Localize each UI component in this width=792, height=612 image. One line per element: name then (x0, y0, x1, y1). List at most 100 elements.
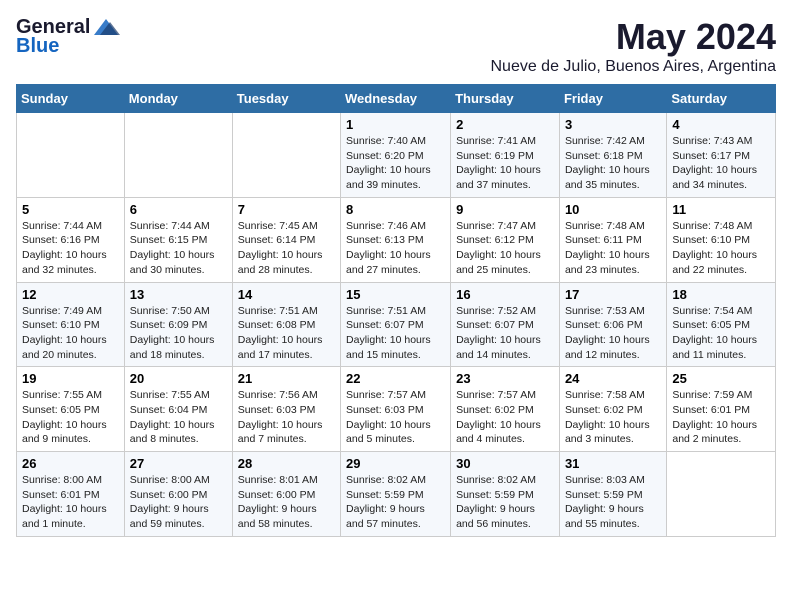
day-number: 17 (565, 287, 661, 302)
calendar-cell (232, 113, 340, 198)
day-info: Sunrise: 7:55 AM Sunset: 6:04 PM Dayligh… (130, 388, 227, 447)
header-monday: Monday (124, 85, 232, 113)
calendar-cell: 10 Sunrise: 7:48 AM Sunset: 6:11 PM Dayli… (559, 197, 666, 282)
day-number: 15 (346, 287, 445, 302)
calendar-cell: 23 Sunrise: 7:57 AM Sunset: 6:02 PM Dayli… (451, 367, 560, 452)
day-info: Sunrise: 8:00 AM Sunset: 6:01 PM Dayligh… (22, 473, 119, 532)
day-info: Sunrise: 8:02 AM Sunset: 5:59 PM Dayligh… (456, 473, 554, 532)
day-info: Sunrise: 7:48 AM Sunset: 6:11 PM Dayligh… (565, 219, 661, 278)
day-number: 22 (346, 371, 445, 386)
day-number: 25 (672, 371, 770, 386)
day-info: Sunrise: 7:40 AM Sunset: 6:20 PM Dayligh… (346, 134, 445, 193)
day-number: 8 (346, 202, 445, 217)
day-number: 10 (565, 202, 661, 217)
calendar-cell: 26 Sunrise: 8:00 AM Sunset: 6:01 PM Dayli… (17, 452, 125, 537)
calendar-cell: 13Sunrise: 7:50 AM Sunset: 6:09 PM Dayli… (124, 282, 232, 367)
day-info: Sunrise: 7:57 AM Sunset: 6:03 PM Dayligh… (346, 388, 445, 447)
header-saturday: Saturday (667, 85, 776, 113)
calendar-cell: 29 Sunrise: 8:02 AM Sunset: 5:59 PM Dayli… (341, 452, 451, 537)
header-sunday: Sunday (17, 85, 125, 113)
day-info: Sunrise: 7:51 AM Sunset: 6:07 PM Dayligh… (346, 304, 445, 363)
day-info: Sunrise: 7:47 AM Sunset: 6:12 PM Dayligh… (456, 219, 554, 278)
calendar-cell (667, 452, 776, 537)
calendar-cell: 11 Sunrise: 7:48 AM Sunset: 6:10 PM Dayli… (667, 197, 776, 282)
calendar-cell: 20Sunrise: 7:55 AM Sunset: 6:04 PM Dayli… (124, 367, 232, 452)
logo-blue-text: Blue (16, 35, 59, 58)
day-info: Sunrise: 7:49 AM Sunset: 6:10 PM Dayligh… (22, 304, 119, 363)
calendar-week-row: 1 Sunrise: 7:40 AM Sunset: 6:20 PM Daylig… (17, 113, 776, 198)
calendar-cell: 4 Sunrise: 7:43 AM Sunset: 6:17 PM Daylig… (667, 113, 776, 198)
calendar-cell: 18 Sunrise: 7:54 AM Sunset: 6:05 PM Dayli… (667, 282, 776, 367)
day-number: 23 (456, 371, 554, 386)
day-info: Sunrise: 7:43 AM Sunset: 6:17 PM Dayligh… (672, 134, 770, 193)
day-number: 21 (238, 371, 335, 386)
calendar-table: Sunday Monday Tuesday Wednesday Thursday… (16, 84, 776, 537)
day-number: 28 (238, 456, 335, 471)
calendar-cell (124, 113, 232, 198)
day-info: Sunrise: 8:00 AM Sunset: 6:00 PM Dayligh… (130, 473, 227, 532)
day-number: 3 (565, 117, 661, 132)
calendar-week-row: 5 Sunrise: 7:44 AM Sunset: 6:16 PM Daylig… (17, 197, 776, 282)
day-number: 13 (130, 287, 227, 302)
calendar-cell: 8 Sunrise: 7:46 AM Sunset: 6:13 PM Daylig… (341, 197, 451, 282)
day-info: Sunrise: 7:45 AM Sunset: 6:14 PM Dayligh… (238, 219, 335, 278)
day-number: 7 (238, 202, 335, 217)
day-number: 26 (22, 456, 119, 471)
calendar-cell (17, 113, 125, 198)
day-number: 16 (456, 287, 554, 302)
day-info: Sunrise: 7:52 AM Sunset: 6:07 PM Dayligh… (456, 304, 554, 363)
calendar-header-row: Sunday Monday Tuesday Wednesday Thursday… (17, 85, 776, 113)
day-number: 18 (672, 287, 770, 302)
calendar-cell: 16 Sunrise: 7:52 AM Sunset: 6:07 PM Dayli… (451, 282, 560, 367)
header-friday: Friday (559, 85, 666, 113)
day-number: 12 (22, 287, 119, 302)
day-number: 14 (238, 287, 335, 302)
day-info: Sunrise: 7:56 AM Sunset: 6:03 PM Dayligh… (238, 388, 335, 447)
calendar-cell: 28 Sunrise: 8:01 AM Sunset: 6:00 PM Dayli… (232, 452, 340, 537)
day-info: Sunrise: 8:03 AM Sunset: 5:59 PM Dayligh… (565, 473, 661, 532)
month-title: May 2024 (490, 16, 776, 58)
day-number: 24 (565, 371, 661, 386)
day-info: Sunrise: 7:51 AM Sunset: 6:08 PM Dayligh… (238, 304, 335, 363)
day-number: 31 (565, 456, 661, 471)
day-number: 6 (130, 202, 227, 217)
day-info: Sunrise: 7:42 AM Sunset: 6:18 PM Dayligh… (565, 134, 661, 193)
day-info: Sunrise: 7:59 AM Sunset: 6:01 PM Dayligh… (672, 388, 770, 447)
logo-icon (92, 17, 120, 39)
calendar-cell: 3 Sunrise: 7:42 AM Sunset: 6:18 PM Daylig… (559, 113, 666, 198)
day-info: Sunrise: 7:46 AM Sunset: 6:13 PM Dayligh… (346, 219, 445, 278)
header-wednesday: Wednesday (341, 85, 451, 113)
calendar-cell: 7 Sunrise: 7:45 AM Sunset: 6:14 PM Daylig… (232, 197, 340, 282)
title-section: May 2024 Nueve de Julio, Buenos Aires, A… (490, 16, 776, 76)
day-number: 4 (672, 117, 770, 132)
day-info: Sunrise: 8:01 AM Sunset: 6:00 PM Dayligh… (238, 473, 335, 532)
day-info: Sunrise: 7:57 AM Sunset: 6:02 PM Dayligh… (456, 388, 554, 447)
logo: General Blue (16, 16, 120, 58)
day-info: Sunrise: 7:44 AM Sunset: 6:16 PM Dayligh… (22, 219, 119, 278)
day-number: 29 (346, 456, 445, 471)
day-info: Sunrise: 8:02 AM Sunset: 5:59 PM Dayligh… (346, 473, 445, 532)
day-info: Sunrise: 7:48 AM Sunset: 6:10 PM Dayligh… (672, 219, 770, 278)
calendar-cell: 9Sunrise: 7:47 AM Sunset: 6:12 PM Daylig… (451, 197, 560, 282)
day-info: Sunrise: 7:53 AM Sunset: 6:06 PM Dayligh… (565, 304, 661, 363)
day-info: Sunrise: 7:41 AM Sunset: 6:19 PM Dayligh… (456, 134, 554, 193)
calendar-cell: 5 Sunrise: 7:44 AM Sunset: 6:16 PM Daylig… (17, 197, 125, 282)
calendar-cell: 25 Sunrise: 7:59 AM Sunset: 6:01 PM Dayli… (667, 367, 776, 452)
calendar-week-row: 26 Sunrise: 8:00 AM Sunset: 6:01 PM Dayli… (17, 452, 776, 537)
day-info: Sunrise: 7:58 AM Sunset: 6:02 PM Dayligh… (565, 388, 661, 447)
day-info: Sunrise: 7:44 AM Sunset: 6:15 PM Dayligh… (130, 219, 227, 278)
header-thursday: Thursday (451, 85, 560, 113)
day-number: 5 (22, 202, 119, 217)
calendar-cell: 22 Sunrise: 7:57 AM Sunset: 6:03 PM Dayli… (341, 367, 451, 452)
calendar-cell: 21 Sunrise: 7:56 AM Sunset: 6:03 PM Dayli… (232, 367, 340, 452)
calendar-cell: 12 Sunrise: 7:49 AM Sunset: 6:10 PM Dayli… (17, 282, 125, 367)
calendar-cell: 27 Sunrise: 8:00 AM Sunset: 6:00 PM Dayli… (124, 452, 232, 537)
day-number: 27 (130, 456, 227, 471)
day-number: 30 (456, 456, 554, 471)
day-number: 1 (346, 117, 445, 132)
calendar-cell: 1 Sunrise: 7:40 AM Sunset: 6:20 PM Daylig… (341, 113, 451, 198)
day-info: Sunrise: 7:54 AM Sunset: 6:05 PM Dayligh… (672, 304, 770, 363)
day-number: 11 (672, 202, 770, 217)
calendar-cell: 24 Sunrise: 7:58 AM Sunset: 6:02 PM Dayli… (559, 367, 666, 452)
day-number: 2 (456, 117, 554, 132)
